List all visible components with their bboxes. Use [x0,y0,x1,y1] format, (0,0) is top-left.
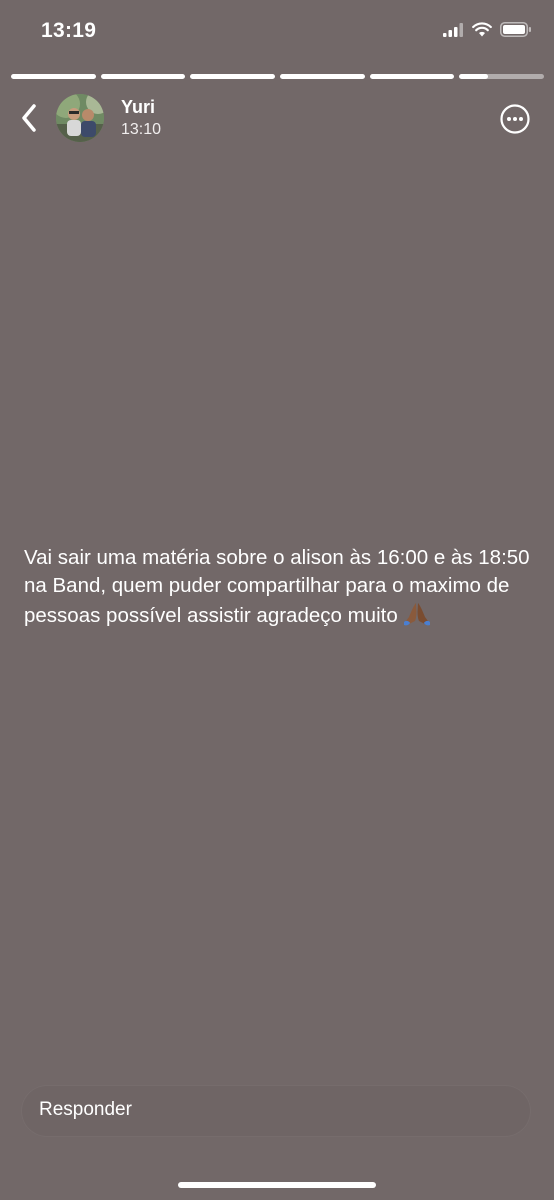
story-progress-fill [459,74,489,79]
story-message: Vai sair uma matéria sobre o alison às 1… [24,546,530,627]
story-progress [11,74,545,79]
avatar[interactable] [56,94,104,142]
story-progress-segment [100,74,186,79]
story-progress-segment [369,74,455,79]
post-time: 13:10 [121,121,162,138]
status-time: 13:19 [41,19,97,42]
reply-placeholder: Responder [39,1099,132,1120]
praying-hands-emoji [402,600,432,634]
story-progress-segment [459,74,545,79]
story-progress-fill [369,74,455,79]
wifi-icon [472,22,492,37]
reply-input[interactable]: Responder [21,1085,531,1137]
battery-icon [500,22,531,37]
story-progress-segment [190,74,276,79]
story-text: Vai sair uma matéria sobre o alison às 1… [24,544,536,634]
more-options-button[interactable] [499,103,531,135]
story-progress-segment [11,74,96,79]
story-header: Yuri 13:10 [0,90,554,150]
story-progress-segment [280,74,365,79]
status-bar: 13:19 [0,0,554,66]
ellipsis-circle-icon [500,104,530,134]
story-progress-fill [100,74,186,79]
status-icons [443,22,532,37]
back-button[interactable] [14,100,44,136]
signal-icon [443,22,463,37]
chevron-left-icon [22,104,36,132]
user-name[interactable]: Yuri [121,97,155,118]
story-progress-fill [280,74,365,79]
avatar-photo-icon [56,94,104,142]
story-progress-fill [190,74,276,79]
home-indicator[interactable] [178,1182,376,1188]
story-progress-fill [11,74,96,79]
